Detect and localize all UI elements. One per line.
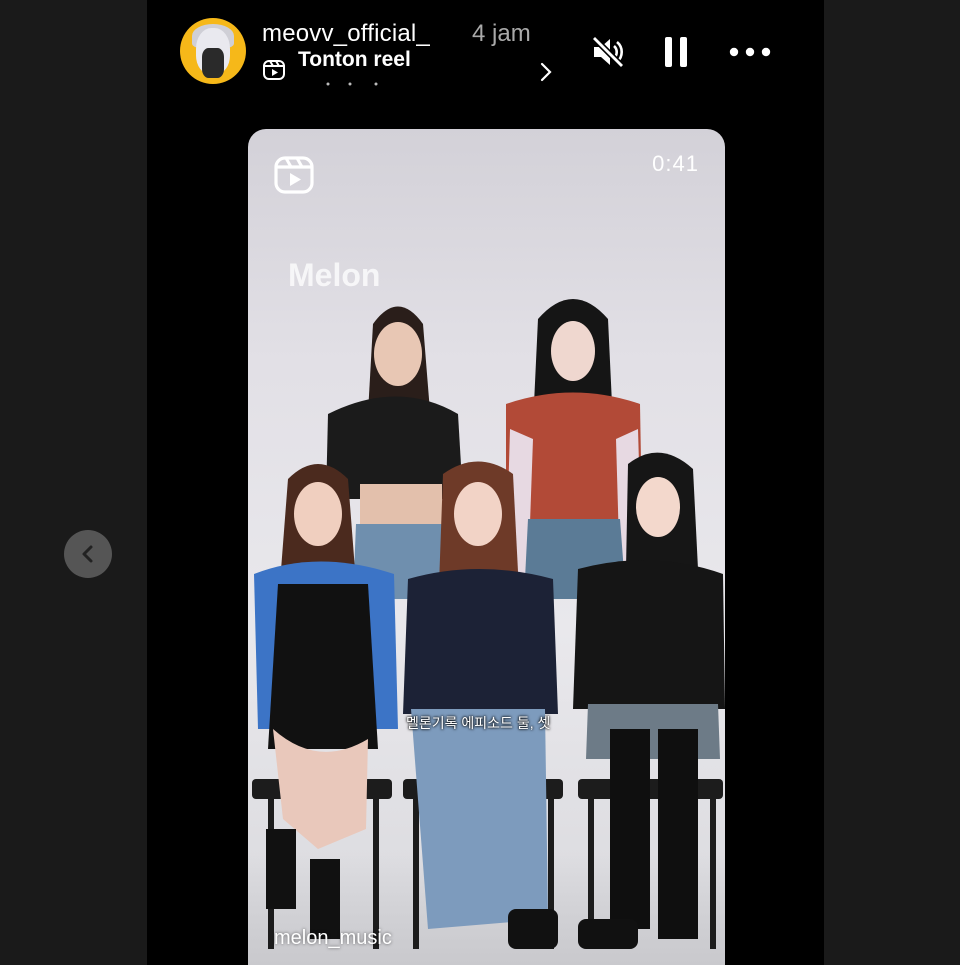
video-subtitle: 멜론기록 에피소드 둘, 셋: [406, 715, 551, 731]
post-time: 4 jam: [472, 20, 531, 47]
mute-button[interactable]: [586, 30, 630, 74]
speaker-muted-icon: [591, 35, 625, 69]
group-photo: [252, 299, 725, 949]
melon-watermark: Melon: [288, 257, 381, 293]
reels-icon: [274, 156, 314, 194]
previous-story-button[interactable]: [64, 530, 112, 578]
profile-avatar[interactable]: [180, 18, 246, 84]
more-horizontal-icon: [729, 47, 771, 57]
pause-button[interactable]: [654, 30, 698, 74]
reel-preview[interactable]: 0:41 Melon 멜론기록 에피소드 둘, 셋 melon_music: [248, 129, 725, 965]
username-link[interactable]: meovv_official_: [262, 20, 430, 48]
subtitle-dots: [326, 82, 378, 86]
chevron-left-icon: [82, 545, 93, 563]
story-viewer: meovv_official_ 4 jam Tonton reel 0:41 M…: [0, 0, 960, 965]
watch-reel-label: Tonton reel: [298, 48, 411, 71]
chevron-right-icon: [540, 62, 552, 82]
reels-icon: [263, 60, 285, 80]
video-duration: 0:41: [652, 151, 699, 176]
watch-reel-link[interactable]: Tonton reel: [262, 46, 562, 82]
pause-icon: [665, 37, 687, 67]
more-options-button[interactable]: [726, 30, 771, 74]
reel-author-link[interactable]: melon_music: [274, 927, 392, 950]
